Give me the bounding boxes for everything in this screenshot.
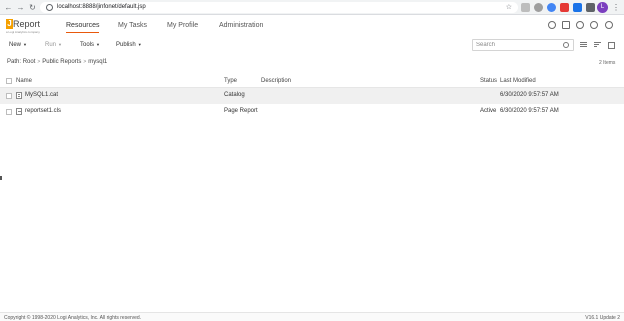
address-bar[interactable]: localhost:8888/jinfonet/default.jsp ☆ — [40, 2, 518, 13]
row-status: Active — [480, 108, 497, 114]
search-icon[interactable] — [563, 42, 569, 48]
select-all-checkbox[interactable] — [6, 78, 12, 84]
table-row[interactable]: reportset1.cls Page Report Active 6/30/2… — [0, 104, 624, 120]
bookmark-star-icon[interactable]: ☆ — [506, 3, 512, 12]
resource-toolbar: New ▼ Run ▼ Tools ▼ Publish ▼ — [0, 37, 624, 55]
row-type: Page Report — [224, 108, 258, 114]
logo-tagline: a Logi Analytics company — [6, 30, 40, 34]
row-type: Catalog — [224, 92, 245, 98]
row-checkbox[interactable] — [6, 109, 12, 115]
extension-cloud-icon[interactable] — [534, 3, 543, 12]
breadcrumb: Path: Root > Public Reports > mysql1 — [7, 59, 107, 65]
settings-icon[interactable] — [576, 21, 584, 29]
url-text[interactable]: localhost:8888/jinfonet/default.jsp — [57, 3, 146, 12]
breadcrumb-separator-icon: > — [83, 59, 87, 65]
breadcrumb-separator-icon: > — [37, 59, 41, 65]
breadcrumb-public-reports[interactable]: Public Reports — [42, 59, 81, 65]
publish-menu-button[interactable]: Publish ▼ — [116, 42, 142, 48]
new-menu-button[interactable]: New ▼ — [9, 42, 27, 48]
row-name[interactable]: reportset1.cls — [25, 108, 61, 114]
forward-arrow-icon[interactable]: → — [16, 3, 25, 12]
panel-collapse-handle[interactable] — [0, 176, 2, 180]
breadcrumb-mysql1[interactable]: mysql1 — [88, 59, 107, 65]
report-file-icon — [16, 108, 22, 115]
column-name-header[interactable]: Name — [16, 78, 32, 84]
tab-my-profile[interactable]: My Profile — [167, 22, 198, 29]
search-input[interactable] — [473, 40, 559, 50]
site-info-icon[interactable] — [46, 4, 53, 11]
column-description-header[interactable]: Description — [261, 78, 291, 84]
version-text: V16.1 Update 2 — [585, 315, 620, 321]
tab-resources[interactable]: Resources — [66, 22, 100, 33]
breadcrumb-root[interactable]: Root — [23, 59, 36, 65]
extensions-puzzle-icon[interactable] — [586, 3, 595, 12]
extension-link-icon[interactable] — [521, 3, 530, 12]
logo-mark: J — [6, 19, 13, 29]
chevron-down-icon: ▼ — [96, 42, 100, 47]
app-header: JReport a Logi Analytics company Resourc… — [0, 15, 624, 37]
jreport-logo: JReport a Logi Analytics company — [6, 19, 41, 34]
tab-administration[interactable]: Administration — [219, 22, 263, 29]
list-view-icon[interactable] — [580, 42, 587, 49]
help-icon[interactable] — [590, 21, 598, 29]
row-last-modified: 6/30/2020 9:57:57 AM — [500, 92, 559, 98]
tools-label: Tools — [80, 42, 95, 48]
column-last-modified-header[interactable]: Last Modified — [500, 78, 536, 84]
tab-my-tasks[interactable]: My Tasks — [118, 22, 147, 29]
reload-icon[interactable]: ↻ — [28, 3, 37, 12]
chevron-down-icon: ▼ — [23, 42, 27, 47]
run-label: Run — [45, 42, 57, 48]
user-icon[interactable] — [605, 21, 613, 29]
notifications-icon[interactable] — [548, 21, 556, 29]
table-header: Name Type Description Status Last Modifi… — [0, 74, 624, 88]
breadcrumb-prefix: Path: — [7, 59, 22, 65]
logo-name: Report — [13, 19, 41, 29]
profile-avatar[interactable]: L — [597, 2, 608, 13]
chevron-down-icon: ▼ — [137, 42, 142, 47]
catalog-file-icon — [16, 92, 22, 99]
new-label: New — [9, 42, 22, 48]
run-menu-button[interactable]: Run ▼ — [45, 42, 62, 48]
home-icon[interactable] — [562, 21, 570, 29]
publish-label: Publish — [116, 42, 136, 48]
copyright-text: Copyright © 1998-2020 Logi Analytics, In… — [4, 315, 142, 321]
browser-menu-icon[interactable]: ⋮ — [612, 2, 620, 13]
browser-toolbar: ← → ↻ localhost:8888/jinfonet/default.js… — [0, 0, 624, 15]
item-count: 2 Items — [599, 60, 616, 66]
tools-menu-button[interactable]: Tools ▼ — [80, 42, 100, 48]
table-row[interactable]: MySQL1.cat Catalog 6/30/2020 9:57:57 AM — [0, 88, 624, 104]
extension-chrome-icon[interactable] — [547, 3, 556, 12]
row-name[interactable]: MySQL1.cat — [25, 92, 58, 98]
column-status-header[interactable]: Status — [480, 78, 497, 84]
extension-red-icon[interactable] — [560, 3, 569, 12]
back-arrow-icon[interactable]: ← — [4, 3, 13, 12]
row-checkbox[interactable] — [6, 93, 12, 99]
grid-view-icon[interactable] — [608, 42, 615, 49]
extension-blue-icon[interactable] — [573, 3, 582, 12]
chevron-down-icon: ▼ — [58, 42, 62, 47]
footer: Copyright © 1998-2020 Logi Analytics, In… — [0, 312, 624, 321]
sort-icon[interactable] — [594, 42, 601, 49]
row-last-modified: 6/30/2020 9:57:57 AM — [500, 108, 559, 114]
search-field[interactable] — [472, 39, 574, 51]
column-type-header[interactable]: Type — [224, 78, 237, 84]
